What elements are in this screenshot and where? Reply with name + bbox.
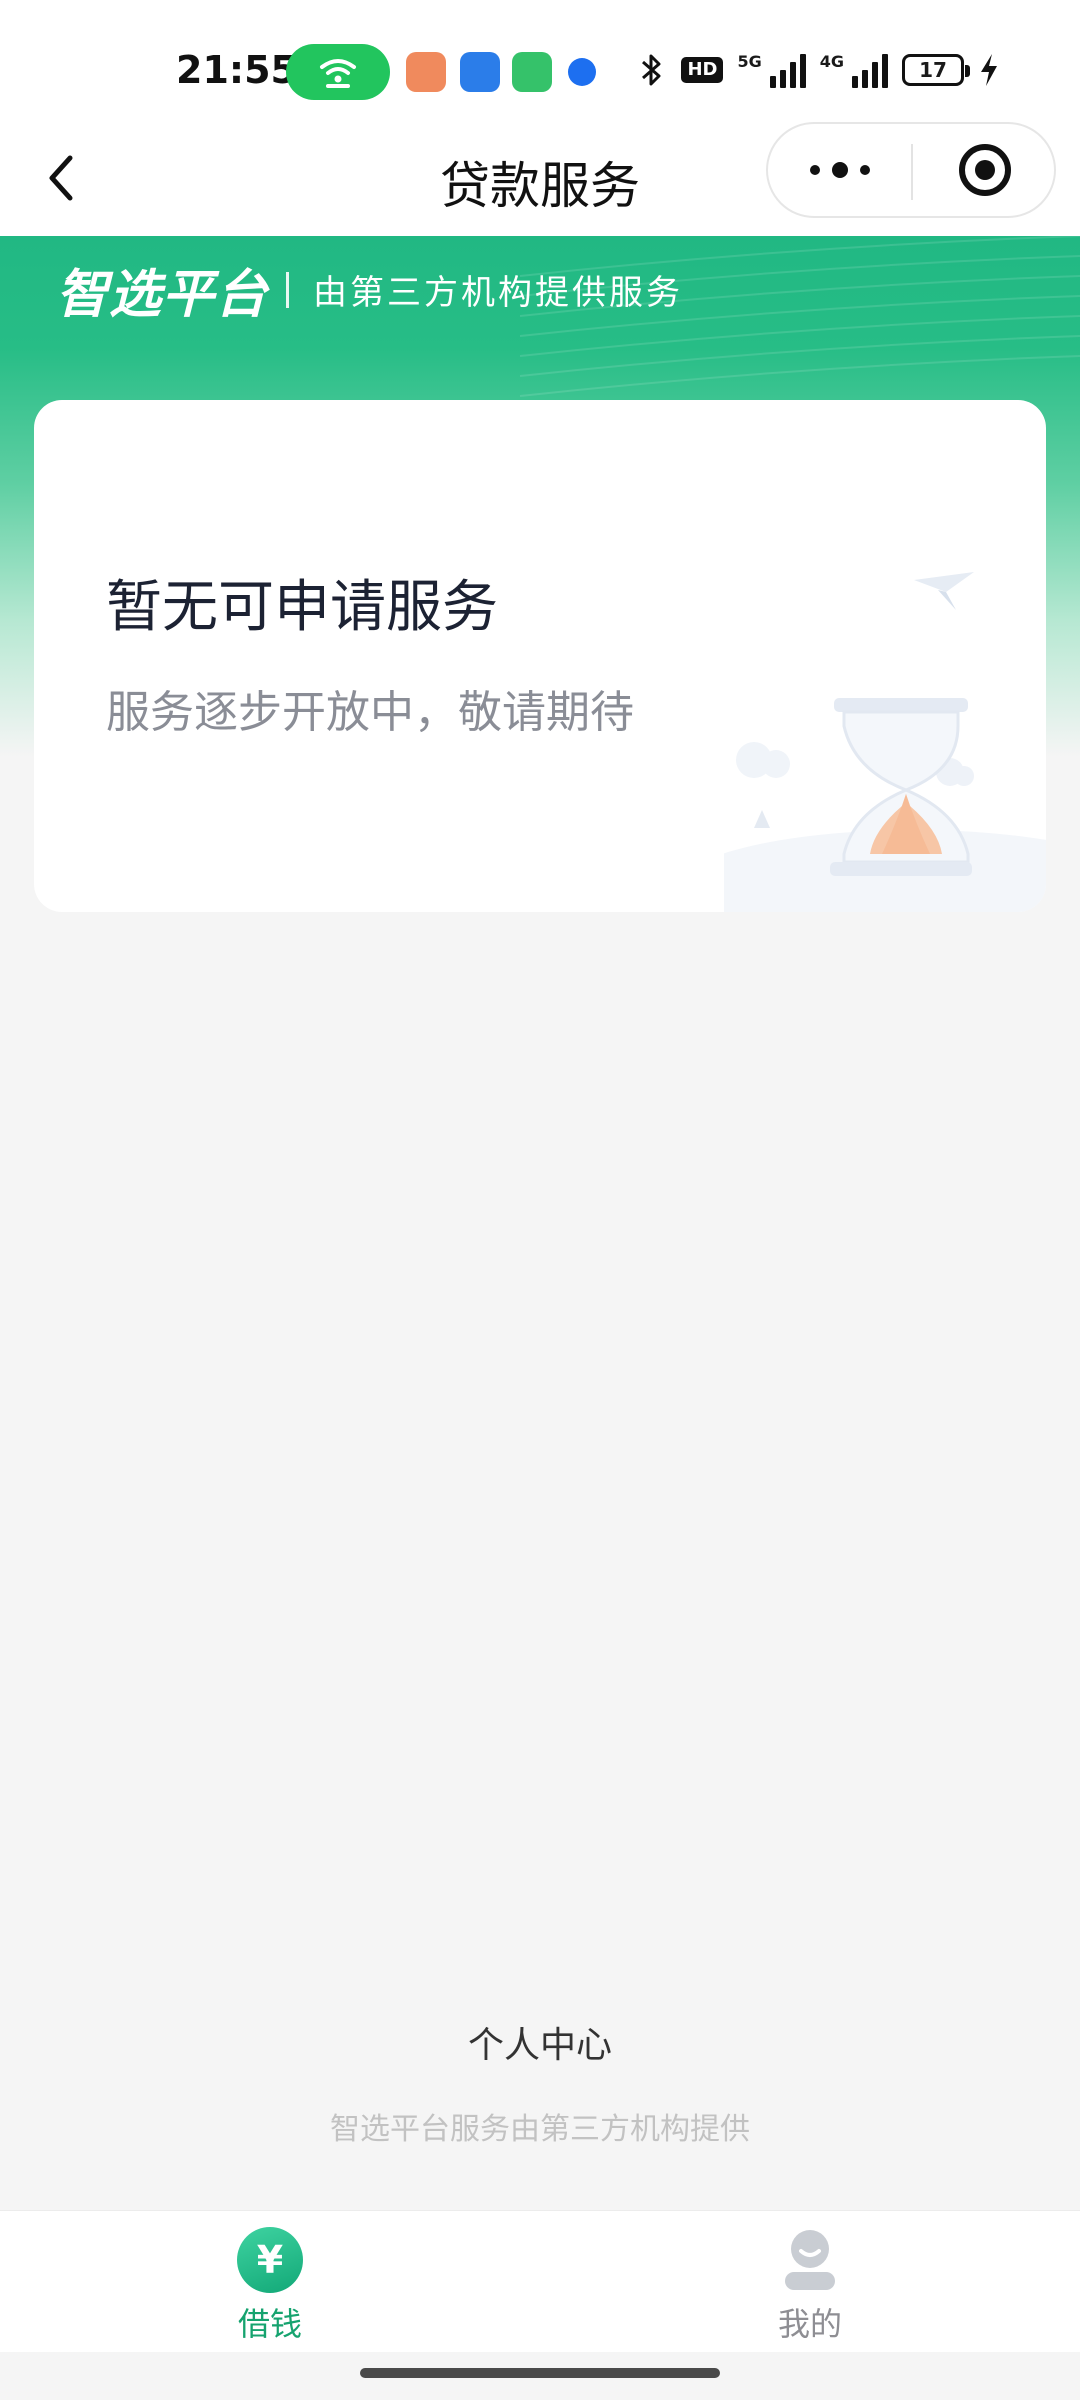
charging-icon bbox=[981, 54, 997, 86]
battery-icon: 17 bbox=[902, 54, 970, 86]
more-button[interactable] bbox=[768, 124, 911, 216]
gesture-area bbox=[0, 2352, 1080, 2400]
hotspot-indicator[interactable] bbox=[286, 44, 390, 100]
hourglass-illustration bbox=[724, 572, 1046, 912]
target-circle-icon bbox=[958, 144, 1011, 196]
personal-center-link[interactable]: 个人中心 bbox=[0, 2016, 1080, 2068]
brand-subtitle: 由第三方机构提供服务 bbox=[313, 273, 684, 313]
user-icon bbox=[777, 2227, 843, 2293]
tab-label-mine: 我的 bbox=[777, 2305, 842, 2343]
battery-level: 17 bbox=[919, 58, 947, 82]
disclaimer-text: 智选平台服务由第三方机构提供 bbox=[330, 2112, 750, 2147]
brand-separator bbox=[286, 271, 290, 308]
yen-icon: ¥ bbox=[237, 2227, 303, 2293]
nav-bar: 贷款服务 bbox=[0, 120, 1080, 236]
status-time: 21:55 bbox=[176, 48, 297, 92]
miniprogram-capsule bbox=[766, 122, 1056, 218]
tab-bar: ¥ 借钱 我的 bbox=[0, 2210, 1080, 2352]
tab-borrow[interactable]: ¥ 借钱 bbox=[170, 2227, 370, 2347]
wifi-icon bbox=[320, 59, 356, 88]
hd-voice-icon: HD bbox=[681, 57, 724, 83]
signal-5g-icon: 5G bbox=[737, 52, 806, 88]
bluetooth-icon bbox=[642, 54, 661, 86]
empty-subtitle: 服务逐步开放中，敬请期待 bbox=[106, 687, 634, 738]
empty-title: 暂无可申请服务 bbox=[106, 575, 498, 640]
home-indicator[interactable] bbox=[360, 2368, 720, 2378]
browser-app-icon bbox=[568, 58, 596, 86]
status-icons: HD 5G 4G 17 bbox=[637, 50, 1000, 90]
tab-label-borrow: 借钱 bbox=[237, 2305, 302, 2343]
signal-4g-icon: 4G bbox=[820, 52, 888, 88]
more-icon bbox=[809, 165, 820, 175]
game-app-icon bbox=[406, 52, 446, 92]
brand-name: 智选平台 bbox=[56, 265, 269, 325]
page: 21:55 HD 5G 4G 17 贷款服务 智选平台 由第三方机构提供服务 暂… bbox=[0, 0, 1080, 2400]
status-bar: 21:55 HD 5G 4G 17 bbox=[0, 0, 1080, 120]
brand-row: 智选平台 由第三方机构提供服务 bbox=[56, 252, 683, 327]
empty-state-card: 暂无可申请服务 服务逐步开放中，敬请期待 bbox=[34, 400, 1046, 912]
chat-app-icon bbox=[512, 52, 552, 92]
close-miniprogram-button[interactable] bbox=[913, 124, 1056, 216]
tab-mine[interactable]: 我的 bbox=[710, 2227, 910, 2347]
android-app-icon bbox=[460, 52, 500, 92]
